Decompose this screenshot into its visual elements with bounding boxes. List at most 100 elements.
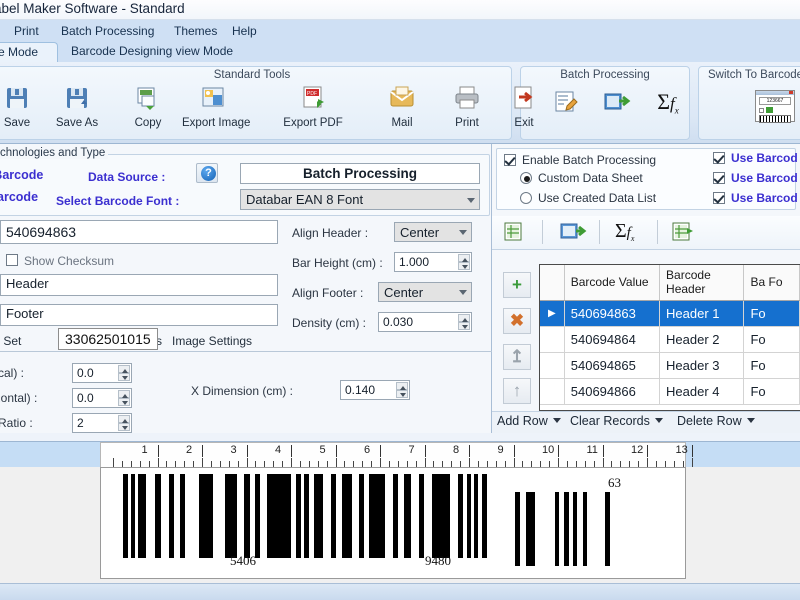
grid-add-row[interactable]: +: [503, 272, 531, 298]
table-row[interactable]: 540694864Header 2Fo: [540, 327, 800, 353]
barcode-bar: [138, 474, 146, 558]
density-stepper[interactable]: 0.030: [378, 312, 472, 332]
stepper-up-icon[interactable]: [118, 365, 130, 373]
stepper-down-icon[interactable]: [118, 373, 130, 381]
radio-custom-data-sheet[interactable]: [520, 172, 532, 184]
ribbon-button-save-as[interactable]: Save As: [46, 84, 108, 129]
stepper-up-icon[interactable]: [118, 415, 130, 423]
ribbon-button-export-image[interactable]: Export Image: [182, 84, 244, 129]
align-header-select[interactable]: Center: [394, 222, 472, 242]
align-footer-select[interactable]: Center: [378, 282, 472, 302]
ribbon-button-mail[interactable]: Mail: [371, 84, 433, 129]
dimension-label-0: rtical) :: [0, 366, 24, 380]
ruler-major-tick: [558, 445, 559, 457]
footer-input[interactable]: Footer: [0, 304, 278, 326]
switch-to-barcode-button[interactable]: 123667: [755, 90, 795, 122]
grid-delete-row[interactable]: ✖: [503, 308, 531, 334]
use-barcode-checkbox-2[interactable]: [713, 192, 725, 204]
settings-subtab-2[interactable]: Image Settings: [166, 332, 258, 352]
horizontal-ruler[interactable]: 12345678910111213: [100, 442, 686, 468]
barcode-bar: [199, 474, 213, 558]
ribbon-button-edit-data-sheet[interactable]: [546, 88, 586, 119]
grid-button-delete-row[interactable]: Delete Row: [677, 414, 755, 428]
bar-height-stepper[interactable]: 1.000: [394, 252, 472, 272]
ruler-minor-tick: [158, 458, 159, 467]
barcode-bar: [359, 474, 364, 558]
radio-custom-data-sheet-label: Custom Data Sheet: [538, 171, 643, 185]
x-dimension-stepper[interactable]: 0.140: [340, 380, 410, 400]
ruler-major-tick: [158, 445, 159, 457]
ruler-major-tick: [647, 445, 648, 457]
stepper-down-icon[interactable]: [118, 423, 130, 431]
grid-tool-formula[interactable]: Σfx: [615, 218, 649, 248]
grid-button-clear-records[interactable]: Clear Records: [570, 414, 663, 428]
ribbon-button-copy[interactable]: Copy: [117, 84, 179, 129]
barcode-value-input[interactable]: 540694863: [0, 220, 278, 244]
data-source-value-field[interactable]: Batch Processing: [240, 163, 480, 184]
ruler-mark-11: 11: [587, 444, 598, 456]
ruler-major-tick: [469, 445, 470, 457]
menu-item-help[interactable]: Help: [228, 23, 261, 39]
stepper-down-icon[interactable]: [118, 398, 130, 406]
grid-tool-export-sheet[interactable]: [668, 218, 702, 248]
use-barcode-checkbox-1[interactable]: [713, 172, 725, 184]
barcode-value-tooltip: 33062501015: [58, 328, 158, 350]
enable-batch-checkbox[interactable]: [504, 154, 516, 166]
stepper-up-icon[interactable]: [458, 254, 470, 262]
link-linear-barcode[interactable]: ar Barcode: [0, 168, 43, 182]
grid-tool-open-sheet[interactable]: [557, 218, 591, 248]
ribbon-button-import-spreadsheet[interactable]: [596, 88, 636, 119]
view-tab-1[interactable]: Barcode Designing view Mode: [62, 42, 242, 62]
use-barcode-checkbox-0[interactable]: [713, 152, 725, 164]
table-cell: Fo: [744, 301, 800, 326]
menu-item-themes[interactable]: Themes: [170, 23, 221, 39]
menu-item-print[interactable]: Print: [10, 23, 43, 39]
chevron-down-icon[interactable]: [553, 418, 561, 423]
barcode-bar: [573, 492, 577, 566]
stepper-up-icon[interactable]: [118, 390, 130, 398]
stepper-up-icon[interactable]: [396, 382, 408, 390]
ribbon-button-print[interactable]: Print: [436, 84, 498, 129]
view-tab-0[interactable]: e Mode: [0, 42, 58, 62]
header-input[interactable]: Header: [0, 274, 278, 296]
barcode-bar: [131, 474, 135, 558]
help-icon[interactable]: ?: [196, 163, 218, 183]
link-2d-barcode[interactable]: Barcode: [0, 190, 38, 204]
ribbon-button-sequence-formula[interactable]: Σfx: [648, 88, 688, 116]
save-icon: [2, 84, 32, 112]
dimension-stepper-2[interactable]: 2: [72, 413, 132, 433]
ruler-minor-tick: [425, 458, 426, 467]
stepper-down-icon[interactable]: [458, 322, 470, 330]
barcode-bar: [458, 474, 463, 558]
switch-to-barcode-icon[interactable]: 123667: [755, 90, 795, 122]
ribbon-button-save[interactable]: Save: [0, 84, 48, 129]
table-row[interactable]: 540694865Header 3Fo: [540, 353, 800, 379]
grid-move-top[interactable]: ↥: [503, 344, 531, 370]
ribbon-button-label: Save As: [46, 117, 108, 129]
menu-item-batch-processing[interactable]: Batch Processing: [57, 23, 158, 39]
chevron-down-icon: [459, 290, 467, 295]
batch-data-grid[interactable]: Barcode ValueBarcode HeaderBa Fo ▶540694…: [539, 264, 800, 411]
settings-subtab-0[interactable]: nt Set: [0, 332, 27, 352]
table-row[interactable]: ▶540694863Header 1Fo: [540, 301, 800, 327]
stepper-down-icon[interactable]: [458, 262, 470, 270]
chevron-down-icon[interactable]: [655, 418, 663, 423]
dimension-stepper-1[interactable]: 0.0: [72, 388, 132, 408]
data-grid-column-header: [540, 265, 565, 300]
grid-button-add-row[interactable]: Add Row: [497, 414, 561, 428]
grid-move-up[interactable]: ↑: [503, 378, 531, 404]
show-checksum-checkbox[interactable]: [6, 254, 18, 266]
grid-tool-new-sheet[interactable]: [500, 218, 534, 248]
ribbon-button-export-pdf[interactable]: PDFExport PDF: [282, 84, 344, 129]
table-cell: Fo: [744, 327, 800, 352]
barcode-canvas[interactable]: 5406948063: [100, 467, 686, 579]
chevron-down-icon[interactable]: [747, 418, 755, 423]
dimension-stepper-0[interactable]: 0.0: [72, 363, 132, 383]
radio-use-created-data-list[interactable]: [520, 192, 532, 204]
x-dimension-value: 0.140: [345, 383, 375, 397]
stepper-down-icon[interactable]: [396, 390, 408, 398]
stepper-up-icon[interactable]: [458, 314, 470, 322]
table-row[interactable]: 540694866Header 4Fo: [540, 379, 800, 405]
export-pdf-icon: PDF: [298, 84, 328, 112]
barcode-font-select[interactable]: Databar EAN 8 Font: [240, 189, 480, 210]
